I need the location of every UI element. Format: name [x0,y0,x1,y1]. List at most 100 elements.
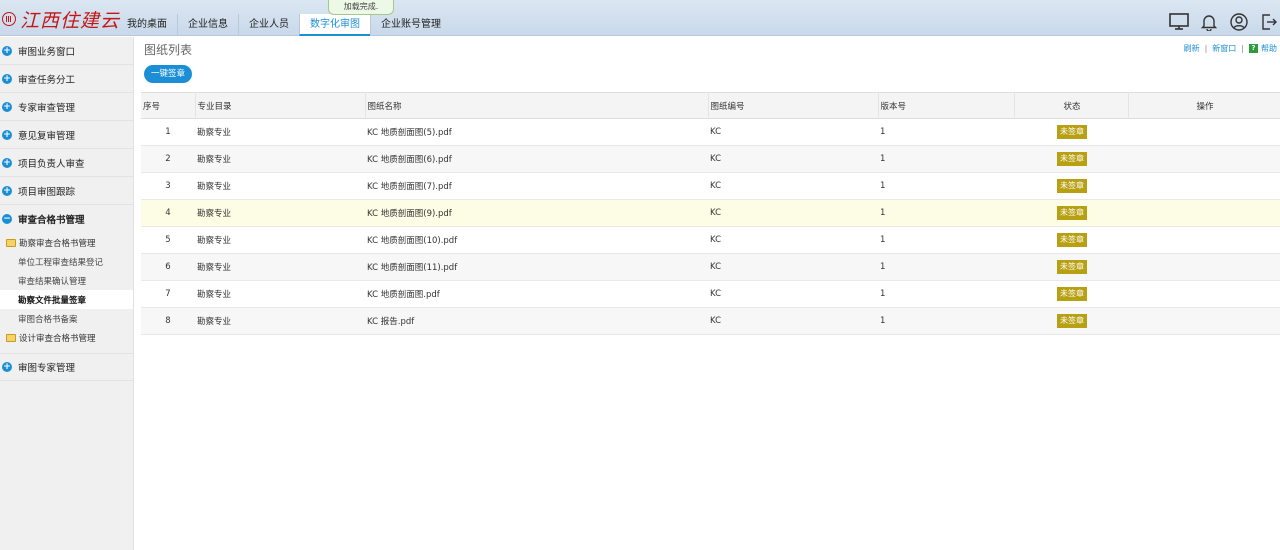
table-row[interactable]: 3 勘察专业 KC 地质剖面图(7).pdf KC 1 未签章 [141,173,1280,200]
col-actions: 操作 [1128,92,1280,119]
plus-icon: + [2,73,12,84]
cell-status: 未签章 [1014,119,1128,146]
cell-actions [1128,281,1280,308]
plus-icon: + [2,362,12,372]
sidebar-item-task-division[interactable]: + 审查任务分工 [0,65,133,93]
cell-version: 1 [880,208,886,218]
cell-directory: 勘察专业 [197,182,232,192]
tab-my-desktop[interactable]: 我的桌面 [117,14,177,36]
cell-actions [1128,200,1280,227]
cell-actions [1128,254,1280,281]
page-title: 图纸列表 [144,43,193,57]
status-badge: 未签章 [1057,179,1087,193]
table-row[interactable]: 7 勘察专业 KC 地质剖面图.pdf KC 1 未签章 [141,281,1280,308]
folder-label: 勘察审查合格书管理 [19,238,96,249]
col-status: 状态 [1014,92,1129,119]
cell-directory: 勘察专业 [197,263,232,273]
logout-icon[interactable] [1258,12,1280,32]
status-badge: 未签章 [1057,233,1087,247]
user-icon[interactable] [1228,12,1250,32]
sidebar-item-label: 项目审图跟踪 [18,186,76,198]
sidebar: + 审图业务窗口 + 审查任务分工 + 专家审查管理 + 意见复审管理 + 项目负责人审查… [0,37,134,550]
sub-item-certificate-filing[interactable]: 审图合格书备案 [0,309,133,328]
tab-company-info[interactable]: 企业信息 [177,14,238,36]
monitor-icon[interactable] [1168,12,1190,32]
cell-directory: 勘察专业 [197,290,232,300]
table-row[interactable]: 5 勘察专业 KC 地质剖面图(10).pdf KC 1 未签章 [141,227,1280,254]
cell-status: 未签章 [1014,281,1128,308]
new-window-link[interactable]: 新窗口 [1212,43,1236,54]
folder-icon [6,333,16,342]
sidebar-item-expert-review[interactable]: + 专家审查管理 [0,93,133,121]
cell-name: KC 地质剖面图.pdf [367,290,440,300]
sidebar-item-opinion-recheck[interactable]: + 意见复审管理 [0,121,133,149]
cell-name: KC 地质剖面图(7).pdf [367,182,452,192]
logo-icon [2,12,16,26]
sub-item-batch-signature[interactable]: 勘察文件批量签章 [0,290,133,309]
sidebar-item-expert-management[interactable]: + 审图专家管理 [0,353,133,381]
folder-label: 设计审查合格书管理 [19,333,96,344]
folder-survey-certificate[interactable]: 勘察审查合格书管理 [0,233,133,252]
sidebar-item-project-tracking[interactable]: + 项目审图跟踪 [0,177,133,205]
cell-directory: 勘察专业 [197,236,232,246]
cell-directory: 勘察专业 [197,128,232,138]
table-row[interactable]: 8 勘察专业 KC 报告.pdf KC 1 未签章 [141,307,1280,335]
status-badge: 未签章 [1057,152,1087,166]
cell-version: 1 [880,262,886,272]
sidebar-item-label: 审图业务窗口 [18,46,76,58]
cell-directory: 勘察专业 [197,209,232,219]
help-icon: ? [1249,44,1258,53]
sidebar-item-lead-review[interactable]: + 项目负责人审查 [0,149,133,177]
sidebar-item-review-window[interactable]: + 审图业务窗口 [0,37,133,65]
col-directory: 专业目录 [195,92,366,119]
separator: | [1241,44,1244,53]
tab-company-staff[interactable]: 企业人员 [238,14,299,36]
plus-icon: + [2,101,12,112]
cell-status: 未签章 [1014,200,1128,227]
table-row[interactable]: 1 勘察专业 KC 地质剖面图(5).pdf KC 1 未签章 [141,119,1280,146]
header-icons [1160,12,1280,32]
status-badge: 未签章 [1057,260,1087,274]
cell-index: 3 [165,181,171,191]
cell-status: 未签章 [1014,146,1128,173]
minus-icon: − [2,214,12,224]
cell-status: 未签章 [1014,308,1128,335]
main-nav: 我的桌面 企业信息 企业人员 数字化审图 企业账号管理 [117,14,451,36]
cell-directory: 勘察专业 [197,155,232,165]
cell-actions [1128,227,1280,254]
bell-icon[interactable] [1198,12,1220,32]
cell-status: 未签章 [1014,254,1128,281]
top-header: 江西住建云 加载完成. 我的桌面 企业信息 企业人员 数字化审图 企业账号管理 [0,0,1280,36]
cell-actions [1128,173,1280,200]
help-link[interactable]: 帮助 [1261,43,1277,54]
sidebar-item-label: 项目负责人审查 [18,158,85,170]
separator: | [1204,44,1208,53]
refresh-link[interactable]: 刷新 [1184,43,1200,54]
cell-code: KC [710,127,722,137]
cell-version: 1 [880,316,886,326]
sidebar-item-label: 审查合格书管理 [18,215,85,226]
folder-design-certificate[interactable]: 设计审查合格书管理 [0,328,133,347]
cell-index: 8 [165,316,171,326]
cell-index: 6 [165,262,171,272]
sub-item-result-registration[interactable]: 单位工程审查结果登记 [0,252,133,271]
table-row[interactable]: 6 勘察专业 KC 地质剖面图(11).pdf KC 1 未签章 [141,253,1280,281]
cell-actions [1128,308,1280,335]
tab-account-management[interactable]: 企业账号管理 [370,14,451,36]
status-badge: 未签章 [1057,206,1087,220]
table-row[interactable]: 2 勘察专业 KC 地质剖面图(6).pdf KC 1 未签章 [141,145,1280,173]
cell-name: KC 报告.pdf [367,317,415,327]
sidebar-item-certificate-management[interactable]: − 审查合格书管理 [0,205,133,233]
sign-all-button[interactable]: 一键签章 [144,65,193,83]
cell-code: KC [710,235,722,245]
sidebar-item-label: 审查任务分工 [18,74,76,86]
status-badge: 未签章 [1057,125,1087,139]
table-header: 序号 专业目录 图纸名称 图纸编号 版本号 状态 操作 [141,92,1280,119]
table-row[interactable]: 4 勘察专业 KC 地质剖面图(9).pdf KC 1 未签章 [141,199,1280,227]
loading-tip: 加载完成. [328,0,394,15]
tab-digital-review[interactable]: 数字化审图 [299,14,370,36]
sub-item-result-confirmation[interactable]: 审查结果确认管理 [0,271,133,290]
cell-code: KC [710,154,722,164]
cell-code: KC [710,262,722,272]
cell-name: KC 地质剖面图(10).pdf [367,236,458,246]
